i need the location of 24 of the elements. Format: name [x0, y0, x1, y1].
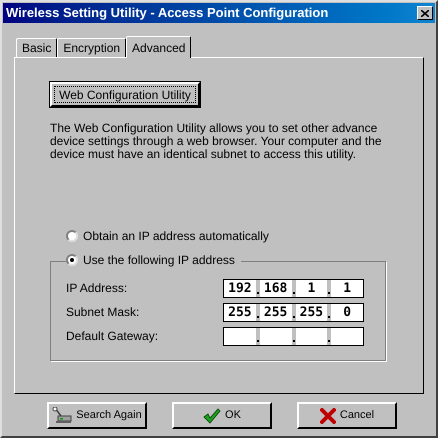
radio-button[interactable] — [66, 230, 78, 242]
ip-input-field[interactable]: 255 255 255 0 — [223, 302, 364, 322]
tab[interactable]: Basic — [16, 38, 58, 57]
ip-input-field[interactable] — [223, 326, 364, 346]
web-configuration-button[interactable]: Web Configuration Utility — [50, 82, 200, 107]
search-button[interactable]: Search Again — [47, 402, 147, 429]
ok-button[interactable]: OK — [172, 402, 272, 429]
field-label: Subnet Mask: — [66, 304, 140, 321]
tab[interactable]: Advanced — [126, 36, 192, 58]
cancel-button[interactable]: Cancel — [297, 402, 397, 429]
close-button[interactable] — [417, 6, 433, 20]
cancel-icon — [320, 408, 336, 424]
radio-button[interactable] — [66, 254, 78, 266]
field-label: Default Gateway: — [66, 328, 160, 345]
field-label: IP Address: — [66, 280, 128, 297]
radio-label[interactable]: Use the following IP address — [83, 251, 235, 269]
ip-input-field[interactable]: 192 168 1 1 — [223, 278, 364, 298]
description-text: The Web Configuration Utility allows you to set other advance device settings through a web browser. Your computer and the device must have an identical subnet to access this utility. — [50, 122, 383, 161]
checkmark-icon — [203, 408, 222, 424]
router-icon — [52, 406, 72, 424]
radio-label[interactable]: Obtain an IP address automatically — [83, 227, 269, 245]
window-title: Wireless Setting Utility - Access Point Configuration — [6, 4, 328, 22]
close-icon — [421, 10, 429, 16]
tab[interactable]: Encryption — [57, 38, 126, 57]
